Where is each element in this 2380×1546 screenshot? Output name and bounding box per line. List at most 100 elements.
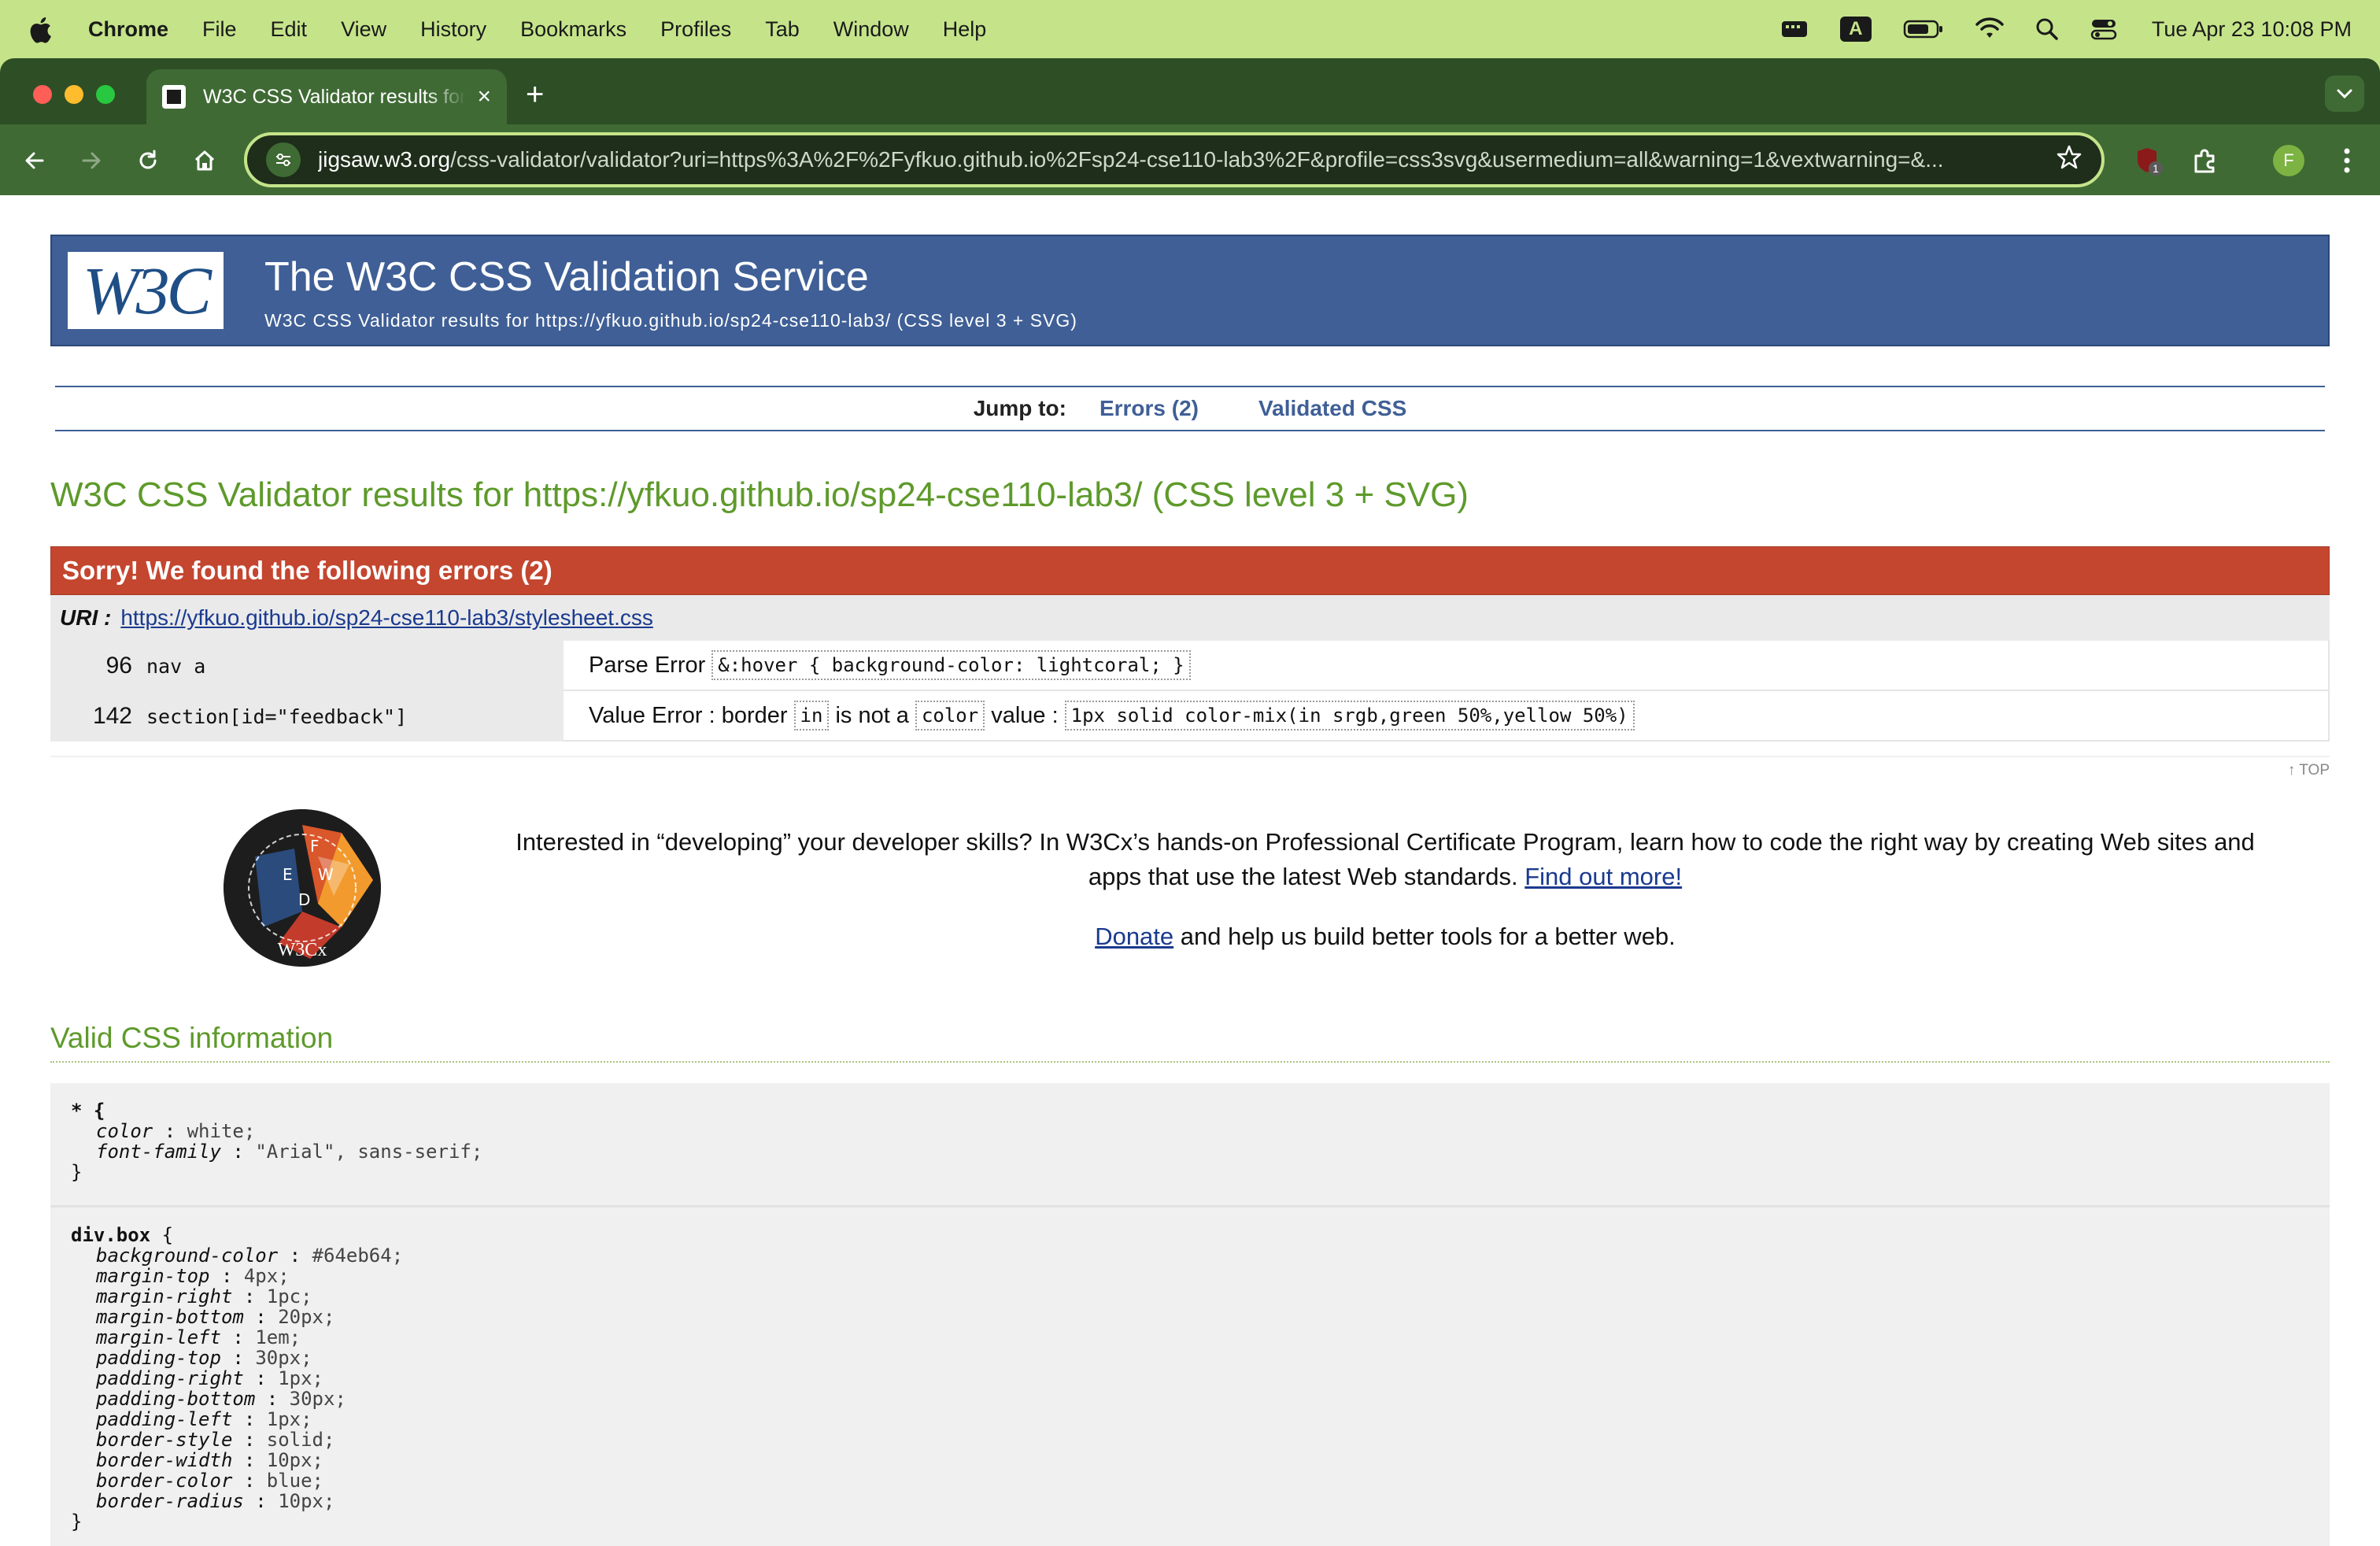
w3c-logo[interactable]: W3C bbox=[68, 252, 224, 329]
css-selector: div.box bbox=[71, 1224, 151, 1246]
tab-search-button[interactable] bbox=[2325, 76, 2364, 112]
css-declaration: padding-bottom : 30px; bbox=[96, 1388, 346, 1410]
valid-css-heading: Valid CSS information bbox=[50, 1022, 334, 1054]
error-line-number: 142 bbox=[50, 691, 142, 742]
bookmark-star-icon[interactable] bbox=[2056, 144, 2082, 176]
error-mid-text: is not a bbox=[835, 702, 909, 728]
error-row: 142 section[id="feedback"] Value Error :… bbox=[50, 691, 2330, 742]
css-declaration: margin-right : 1pc; bbox=[96, 1285, 312, 1307]
promo-text: Interested in “developing” your develope… bbox=[516, 828, 2255, 890]
url-text[interactable]: jigsaw.w3.org/css-validator/validator?ur… bbox=[318, 147, 2040, 172]
find-out-more-link[interactable]: Find out more! bbox=[1524, 863, 1682, 890]
css-declaration: border-radius : 10px; bbox=[96, 1490, 335, 1512]
css-close-brace: } bbox=[71, 1161, 83, 1183]
results-title: W3C CSS Validator results for https://yf… bbox=[50, 475, 1469, 514]
wifi-icon[interactable] bbox=[1975, 17, 2004, 41]
browser-chrome: W3C CSS Validator results for https://yf… bbox=[0, 58, 2380, 195]
heading-rule bbox=[50, 1061, 2330, 1063]
spotlight-search-icon[interactable] bbox=[2035, 17, 2059, 41]
error-expected-type: color bbox=[915, 701, 985, 730]
battery-icon[interactable] bbox=[1903, 18, 1944, 40]
css-rule-block: * { color : white; font-family : "Arial"… bbox=[50, 1083, 2330, 1206]
css-close-brace: } bbox=[71, 1511, 83, 1533]
to-top-link[interactable]: ↑ TOP bbox=[2288, 762, 2330, 779]
css-rule-block: div.box { background-color : #64eb64; mar… bbox=[50, 1208, 2330, 1546]
css-declaration: border-style : solid; bbox=[96, 1429, 335, 1451]
error-message: Value Error : border in is not a color v… bbox=[564, 691, 2330, 742]
menu-profiles[interactable]: Profiles bbox=[660, 17, 731, 42]
error-type: Parse Error bbox=[589, 652, 706, 678]
menu-view[interactable]: View bbox=[341, 17, 386, 42]
stylesheet-uri-link[interactable]: https://yfkuo.github.io/sp24-cse110-lab3… bbox=[120, 605, 653, 631]
extensions-puzzle-icon[interactable] bbox=[2188, 143, 2223, 178]
control-center-icon[interactable] bbox=[2090, 17, 2117, 41]
menu-edit[interactable]: Edit bbox=[271, 17, 308, 42]
menu-tab[interactable]: Tab bbox=[765, 17, 800, 42]
donate-link[interactable]: Donate bbox=[1095, 923, 1173, 950]
jump-errors-link[interactable]: Errors (2) bbox=[1099, 396, 1199, 421]
error-context: nav a bbox=[142, 641, 564, 691]
tab-close-icon[interactable]: × bbox=[477, 83, 491, 110]
apple-logo-icon[interactable] bbox=[28, 16, 51, 43]
css-declaration: margin-left : 1em; bbox=[96, 1326, 301, 1348]
css-declaration: margin-bottom : 20px; bbox=[96, 1306, 335, 1328]
window-close-button[interactable] bbox=[33, 85, 52, 104]
back-arrow-icon[interactable] bbox=[17, 143, 52, 178]
error-type: Value Error : border bbox=[589, 702, 788, 728]
divider bbox=[50, 756, 2330, 757]
window-minimize-button[interactable] bbox=[65, 85, 83, 104]
menu-window[interactable]: Window bbox=[833, 17, 909, 42]
svg-text:W3Cx: W3Cx bbox=[278, 940, 327, 960]
svg-text:W: W bbox=[318, 865, 334, 884]
menu-help[interactable]: Help bbox=[943, 17, 987, 42]
css-declaration: font-family : "Arial", sans-serif; bbox=[96, 1141, 483, 1163]
input-source-icon[interactable]: A bbox=[1839, 17, 1872, 42]
menu-file[interactable]: File bbox=[202, 17, 237, 42]
menu-app-chrome[interactable]: Chrome bbox=[88, 17, 168, 42]
window-zoom-button[interactable] bbox=[96, 85, 115, 104]
error-token: in bbox=[793, 701, 830, 730]
w3cx-promo: Interested in “developing” your develope… bbox=[504, 825, 2267, 894]
css-selector: * { bbox=[71, 1100, 105, 1122]
css-declaration: margin-top : 4px; bbox=[96, 1265, 290, 1287]
css-declaration: color : white; bbox=[96, 1120, 256, 1142]
new-tab-button[interactable]: + bbox=[526, 79, 544, 110]
tab-title: W3C CSS Validator results for https://yf… bbox=[203, 85, 467, 108]
error-line-number: 96 bbox=[50, 641, 142, 691]
jump-validated-css-link[interactable]: Validated CSS bbox=[1258, 396, 1406, 421]
error-message: Parse Error &:hover { background-color: … bbox=[564, 641, 2330, 691]
css-declaration: background-color : #64eb64; bbox=[96, 1245, 404, 1267]
css-open-brace: { bbox=[161, 1224, 174, 1246]
tab-w3c-validator[interactable]: W3C CSS Validator results for https://yf… bbox=[146, 69, 507, 124]
macos-menu-bar: Chrome File Edit View History Bookmarks … bbox=[0, 0, 2380, 58]
forward-arrow-icon[interactable] bbox=[74, 143, 109, 178]
svg-text:D: D bbox=[298, 890, 310, 909]
banner-subtitle: W3C CSS Validator results for https://yf… bbox=[264, 310, 1077, 331]
error-uri-row: URI : https://yfkuo.github.io/sp24-cse11… bbox=[50, 595, 2330, 641]
menu-bookmarks[interactable]: Bookmarks bbox=[520, 17, 626, 42]
error-code-snippet: &:hover { background-color: lightcoral; … bbox=[711, 650, 1191, 680]
menu-clock[interactable]: Tue Apr 23 10:08 PM bbox=[2152, 17, 2352, 42]
fewd-program-badge[interactable]: F E W D W3Cx bbox=[224, 809, 381, 967]
tab-strip: W3C CSS Validator results for https://yf… bbox=[0, 58, 2380, 124]
error-row: 96 nav a Parse Error &:hover { backgroun… bbox=[50, 641, 2330, 691]
css-declaration: padding-right : 1px; bbox=[96, 1367, 323, 1389]
kebab-menu-icon[interactable] bbox=[2330, 143, 2364, 178]
address-bar[interactable]: jigsaw.w3.org/css-validator/validator?ur… bbox=[244, 132, 2105, 187]
error-value-snippet: 1px solid color-mix(in srgb,green 50%,ye… bbox=[1064, 701, 1635, 730]
profile-avatar[interactable]: F bbox=[2273, 145, 2304, 176]
jump-navigation: Jump to: Errors (2) Validated CSS bbox=[55, 386, 2325, 431]
screen-recording-icon[interactable] bbox=[1780, 18, 1809, 40]
reload-icon[interactable] bbox=[131, 143, 165, 178]
site-info-icon[interactable] bbox=[266, 142, 301, 177]
css-declarations: background-color : #64eb64; margin-top : … bbox=[71, 1245, 2309, 1511]
css-declaration: padding-left : 1px; bbox=[96, 1408, 312, 1430]
errors-heading: Sorry! We found the following errors (2) bbox=[50, 546, 2330, 595]
menu-history[interactable]: History bbox=[420, 17, 486, 42]
donate-line: Donate and help us build better tools fo… bbox=[504, 923, 2267, 951]
css-declaration: border-width : 10px; bbox=[96, 1449, 323, 1471]
browser-toolbar: jigsaw.w3.org/css-validator/validator?ur… bbox=[0, 124, 2380, 195]
home-icon[interactable] bbox=[187, 143, 222, 178]
validator-banner: W3C The W3C CSS Validation Service W3C C… bbox=[50, 235, 2330, 346]
ublock-extension-icon[interactable]: 1 bbox=[2131, 143, 2166, 178]
